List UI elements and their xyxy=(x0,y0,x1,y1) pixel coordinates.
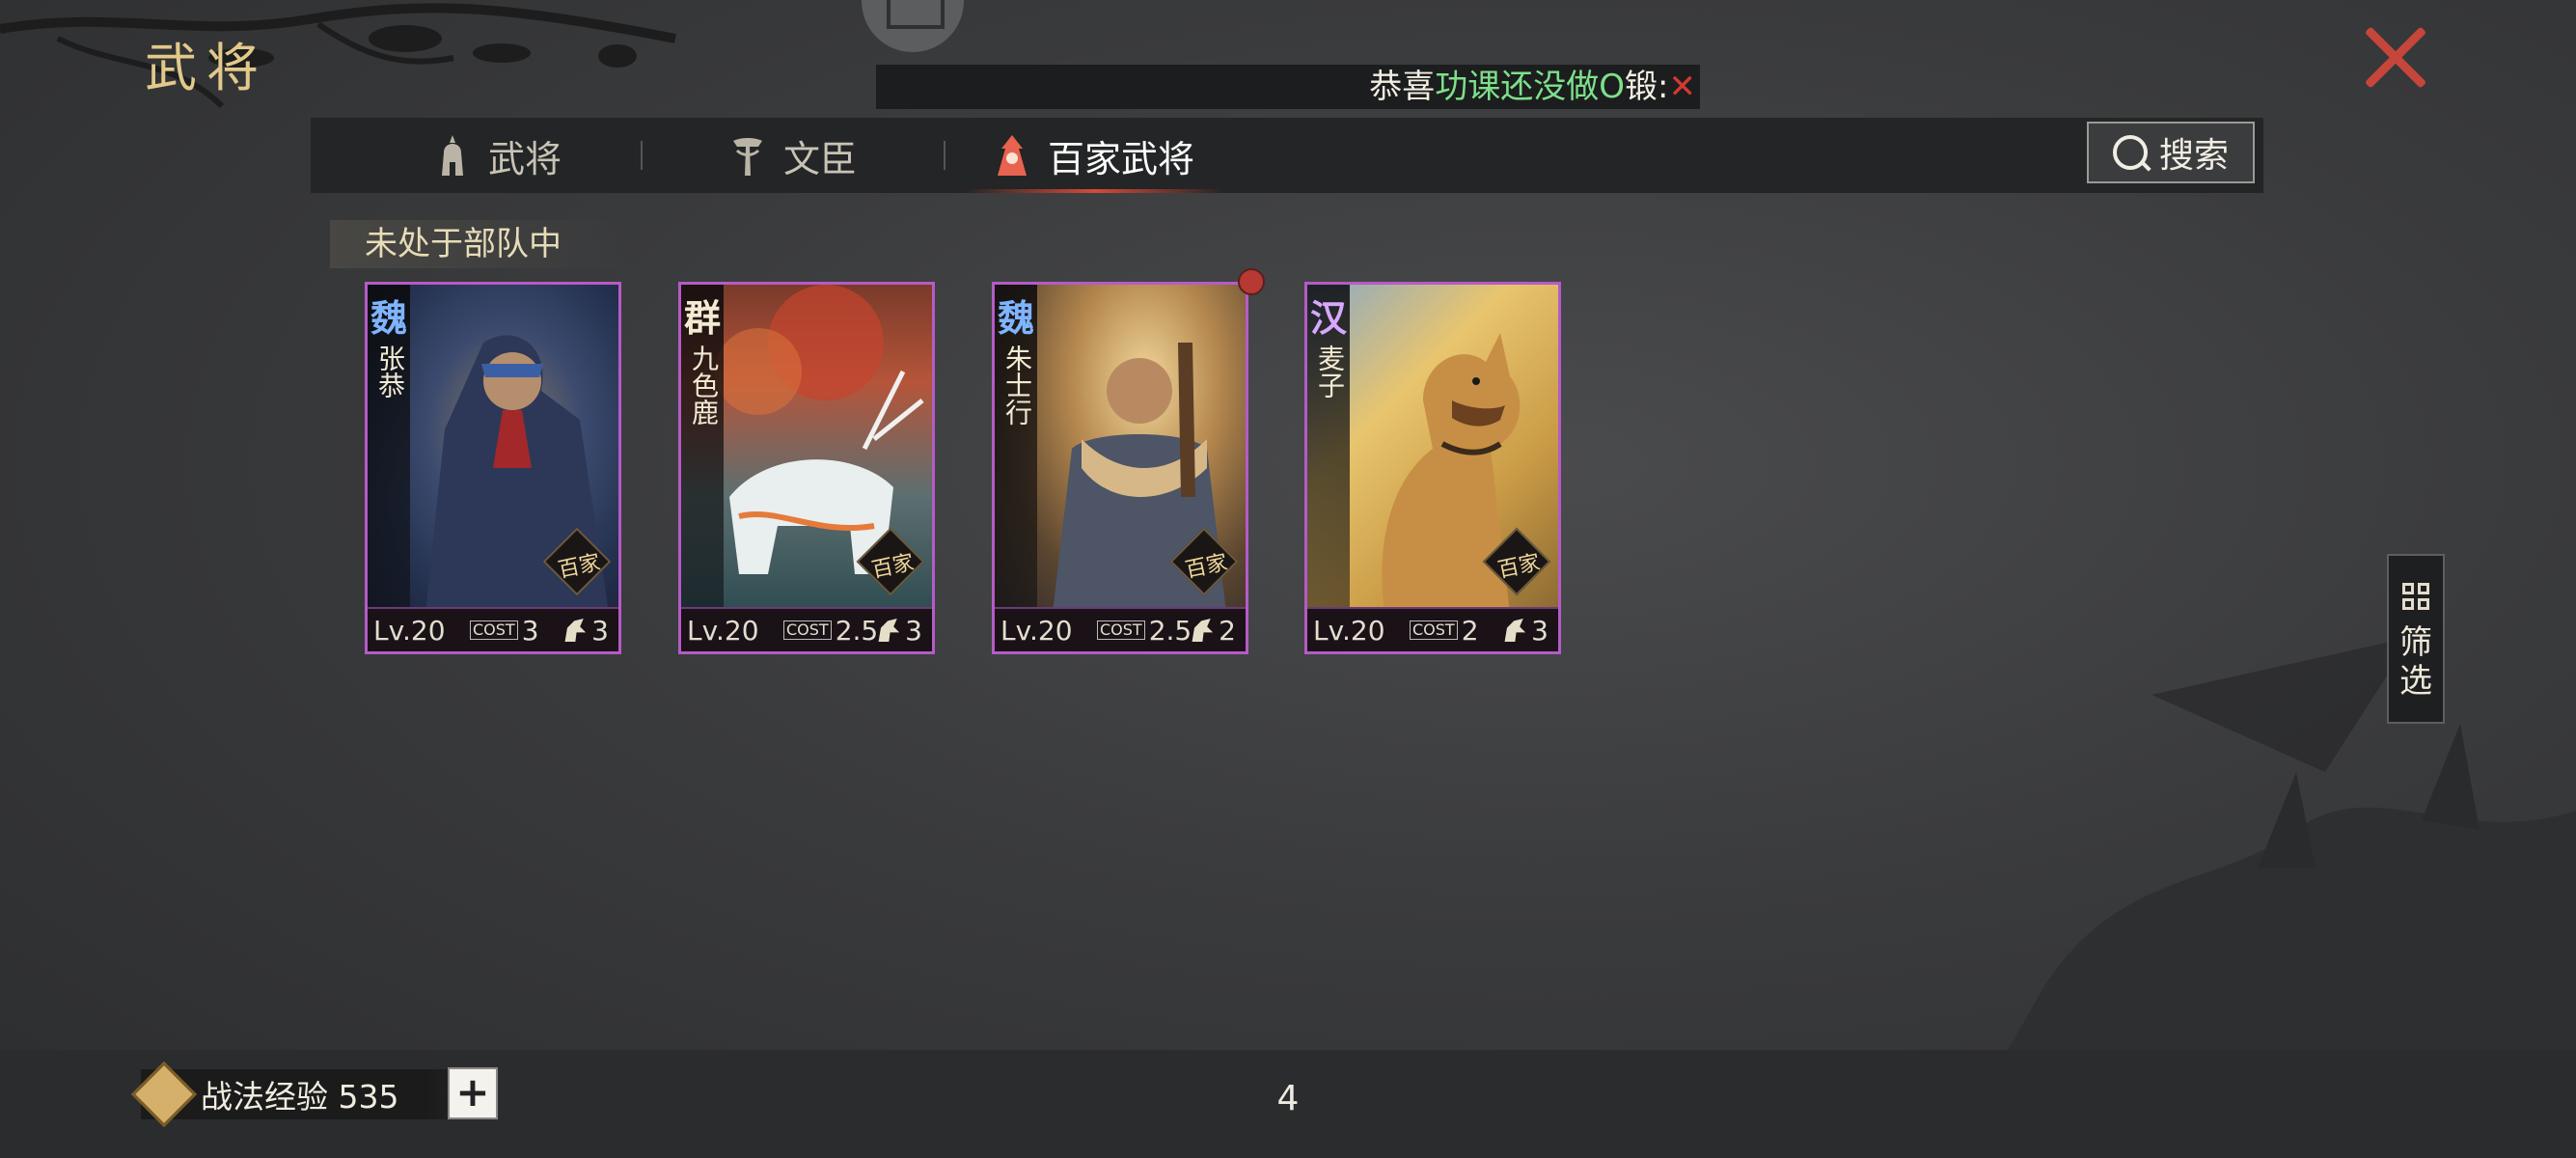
tab-hundred-schools[interactable]: 百家武将 xyxy=(964,118,1224,193)
cost-value: COST 2 xyxy=(1410,615,1491,647)
hundred-schools-icon xyxy=(998,135,1027,176)
cost-icon: COST xyxy=(783,620,832,640)
troop-type: 3 xyxy=(1502,615,1548,647)
tactic-exp-display: 战法经验 535 xyxy=(131,1062,498,1127)
cost-icon: COST xyxy=(1410,620,1458,640)
helmet-icon xyxy=(442,135,463,176)
general-name: 麦子 xyxy=(1314,345,1346,399)
faction-label: 魏 xyxy=(370,296,407,340)
filter-label: 筛选 xyxy=(2399,623,2432,701)
level-label: Lv.20 xyxy=(373,614,446,647)
tactic-exp-label: 战法经验 535 xyxy=(201,1078,399,1116)
general-card[interactable]: 魏 朱士行 百家 Lv.20 COST 2.5 2 xyxy=(992,282,1248,654)
cost-value: COST 2.5 xyxy=(1097,615,1192,647)
card-footer: Lv.20 COST 2.5 3 xyxy=(681,607,932,651)
grid-icon xyxy=(2402,583,2429,610)
general-card[interactable]: 汉 麦子 百家 Lv.20 COST 2 3 xyxy=(1304,282,1561,654)
general-name: 朱士行 xyxy=(1001,345,1033,426)
search-icon xyxy=(2112,135,2148,170)
notice-highlight: 功课还没做O xyxy=(1435,68,1626,106)
troop-type: 3 xyxy=(876,615,922,647)
notice-suffix: 锻: xyxy=(1625,68,1669,106)
level-label: Lv.20 xyxy=(687,614,759,647)
scholar-icon xyxy=(733,138,762,176)
tab-ministers[interactable]: 文臣 xyxy=(729,118,857,193)
general-card[interactable]: 魏 张恭 百家 Lv.20 COST 3 3 xyxy=(365,282,621,654)
section-title: 未处于部队中 xyxy=(330,220,625,268)
tab-label: 百家武将 xyxy=(1048,137,1195,180)
puzzle-icon[interactable] xyxy=(862,0,964,52)
ink-battle-silhouette xyxy=(2007,637,2576,1052)
cavalry-icon xyxy=(1504,619,1526,642)
left-edge-arc xyxy=(0,53,43,246)
filter-button[interactable]: 筛选 xyxy=(2387,554,2445,724)
card-footer: Lv.20 COST 3 3 xyxy=(368,607,618,651)
cost-value: COST 2.5 xyxy=(783,615,878,647)
add-exp-button[interactable]: + xyxy=(448,1067,498,1119)
general-name: 九色鹿 xyxy=(688,345,720,426)
cavalry-icon xyxy=(878,619,900,642)
cost-icon: COST xyxy=(1097,620,1145,640)
cavalry-icon xyxy=(564,619,587,642)
tab-label: 文臣 xyxy=(783,137,858,180)
notice-prefix: 恭喜 xyxy=(1369,68,1436,106)
card-footer: Lv.20 COST 2.5 2 xyxy=(995,607,1246,651)
level-label: Lv.20 xyxy=(1313,614,1385,647)
troop-type: 3 xyxy=(562,615,609,647)
broadcast-notice: 恭喜功课还没做O锻:✕ xyxy=(876,65,1700,109)
tab-divider xyxy=(641,141,643,170)
search-button[interactable]: 搜索 xyxy=(2087,122,2255,183)
faction-label: 群 xyxy=(683,296,721,340)
tab-divider xyxy=(944,141,945,170)
tab-bar: 武将 文臣 百家武将 xyxy=(311,118,2263,193)
new-indicator-dot xyxy=(1238,268,1265,295)
cost-value: COST 3 xyxy=(470,615,551,647)
notice-close-icon[interactable]: ✕ xyxy=(1669,68,1697,106)
level-label: Lv.20 xyxy=(1000,614,1073,647)
card-footer: Lv.20 COST 2 3 xyxy=(1307,607,1558,651)
tab-label: 武将 xyxy=(488,137,562,180)
general-name: 张恭 xyxy=(374,345,406,399)
faction-label: 魏 xyxy=(997,296,1034,340)
troop-type: 2 xyxy=(1190,615,1236,647)
general-count: 4 xyxy=(1276,1079,1300,1118)
page-title: 武将 xyxy=(145,38,268,98)
tab-generals[interactable]: 武将 xyxy=(434,118,562,193)
general-card[interactable]: 群 九色鹿 百家 Lv.20 COST 2.5 3 xyxy=(678,282,935,654)
archer-icon xyxy=(1192,619,1214,642)
fist-medal-icon xyxy=(131,1062,197,1127)
cost-icon: COST xyxy=(470,620,518,640)
faction-label: 汉 xyxy=(1309,296,1347,340)
search-label: 搜索 xyxy=(2158,136,2229,176)
close-button[interactable] xyxy=(2362,24,2429,92)
